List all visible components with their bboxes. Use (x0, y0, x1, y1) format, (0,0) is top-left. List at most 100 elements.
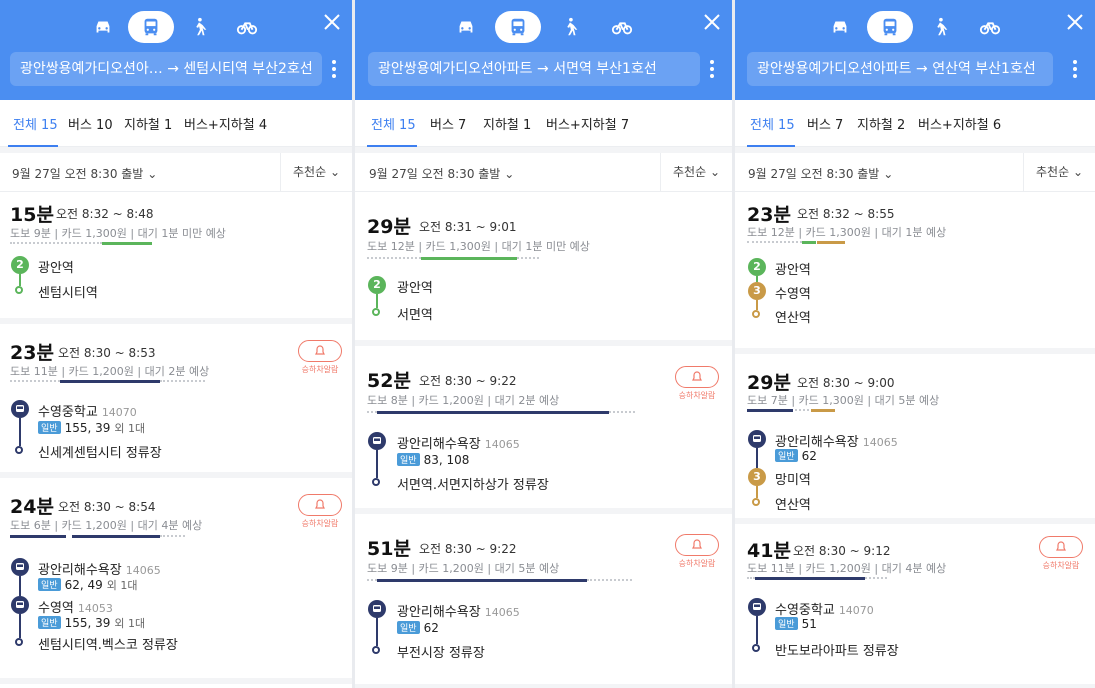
tab-bus[interactable]: 버스 7 (430, 114, 466, 133)
mode-transit[interactable] (128, 11, 174, 43)
bicycle-icon (979, 22, 1001, 35)
transport-mode-bar (355, 11, 732, 45)
alarm-button[interactable]: 승하차알람 (1039, 536, 1083, 571)
departure-time-select[interactable]: 9월 27일 오전 8:30 출발 ⌄ (12, 165, 157, 182)
bus-icon (373, 437, 381, 444)
stop-name: 연산역 (775, 311, 811, 326)
chevron-down-icon: ⌄ (709, 165, 720, 179)
result-tabs: 전체 15 버스 7 지하철 2 버스+지하철 6 (735, 100, 1095, 147)
stop-label: 수영중학교 (38, 405, 98, 420)
mode-walk[interactable] (917, 11, 963, 43)
departure-time-select[interactable]: 9월 27일 오전 8:30 출발 ⌄ (748, 165, 893, 182)
bus-type-tag: 일반 (38, 578, 61, 591)
mode-walk[interactable] (176, 11, 222, 43)
mode-transit[interactable] (495, 11, 541, 43)
tab-all[interactable]: 전체 15 (371, 114, 416, 133)
departure-bar: 9월 27일 오전 8:30 출발 ⌄ 추천순 ⌄ (0, 153, 352, 192)
alarm-label: 승하차알람 (678, 391, 716, 400)
close-button[interactable] (318, 8, 346, 36)
bus-routes: 일반 83, 108 (397, 453, 469, 467)
time-range: 오전 8:30 ~ 9:00 (797, 376, 895, 390)
mode-transit[interactable] (867, 11, 913, 43)
departure-time-select[interactable]: 9월 27일 오전 8:30 출발 ⌄ (369, 165, 514, 182)
bell-icon (692, 539, 702, 549)
duration: 52분 (367, 370, 411, 392)
duration: 51분 (367, 538, 411, 560)
walk-icon (567, 17, 578, 36)
stop-id: 14065 (125, 564, 161, 577)
route-progress-bar (747, 406, 857, 414)
close-icon (1067, 14, 1083, 30)
alarm-label: 승하차알람 (678, 559, 716, 568)
stop-id: 14065 (484, 438, 520, 451)
stop-id: 14070 (101, 406, 137, 419)
bus-stop-marker (11, 400, 29, 418)
bus-type-tag: 일반 (38, 421, 61, 434)
route-summary[interactable]: 광안쌍용예가디오션아파트 → 연산역 부산1호선 (747, 52, 1053, 86)
route-summary[interactable]: 광안쌍용예가디오션아파트 → 서면역 부산1호선 (368, 52, 700, 86)
mode-walk[interactable] (547, 11, 593, 43)
sort-select[interactable]: 추천순 ⌄ (1022, 153, 1095, 191)
route-result[interactable]: 29분 오전 8:31 ~ 9:01 도보 12분 | 카드 1,300원 | … (355, 192, 732, 346)
bus-route-numbers: 51 (801, 617, 817, 631)
duration: 41분 (747, 540, 791, 562)
bell-icon (1056, 541, 1066, 551)
sort-label: 추천순 (292, 165, 327, 179)
tab-bus-subway[interactable]: 버스+지하철 7 (546, 114, 629, 133)
tab-bus[interactable]: 버스 10 (68, 114, 113, 133)
tab-bus-subway[interactable]: 버스+지하철 4 (184, 114, 267, 133)
stop-name: 광안리해수욕장 14065 (38, 559, 161, 578)
stop-name: 서면역 (397, 308, 433, 323)
departure-bar: 9월 27일 오전 8:30 출발 ⌄ 추천순 ⌄ (355, 153, 732, 192)
bus-icon (753, 435, 761, 442)
tab-subway[interactable]: 지하철 2 (857, 114, 905, 133)
mode-car[interactable] (443, 11, 489, 43)
mode-bicycle[interactable] (599, 11, 645, 43)
alarm-button[interactable]: 승하차알람 (675, 366, 719, 401)
more-icon[interactable] (702, 56, 722, 82)
route-result[interactable]: 23분 오전 8:30 ~ 8:53 승하차알람 도보 11분 | 카드 1,2… (0, 324, 352, 478)
stop-label: 수영중학교 (775, 603, 835, 618)
bus-routes: 일반 62 (775, 449, 817, 463)
alarm-button[interactable]: 승하차알람 (298, 494, 342, 529)
close-button[interactable] (698, 8, 726, 36)
route-meta: 도보 12분 | 카드 1,300원 | 대기 1분 미만 예상 (367, 240, 590, 253)
tab-subway[interactable]: 지하철 1 (124, 114, 172, 133)
route-result[interactable]: 29분 오전 8:30 ~ 9:00 도보 7분 | 카드 1,300원 | 대… (735, 354, 1095, 524)
destination-marker (15, 286, 23, 294)
route-panel-2: 광안쌍용예가디오션아파트 → 서면역 부산1호선 전체 15 버스 7 지하철 … (355, 0, 732, 688)
tab-subway[interactable]: 지하철 1 (483, 114, 531, 133)
alarm-button[interactable]: 승하차알람 (298, 340, 342, 375)
bell-icon (315, 499, 325, 509)
sort-select[interactable]: 추천순 ⌄ (279, 153, 352, 191)
tab-bus[interactable]: 버스 7 (807, 114, 843, 133)
mode-car[interactable] (817, 11, 863, 43)
tab-all[interactable]: 전체 15 (750, 114, 795, 133)
route-progress-bar (10, 377, 205, 385)
tab-all[interactable]: 전체 15 (13, 114, 58, 133)
route-result[interactable]: 52분 오전 8:30 ~ 9:22 승하차알람 도보 8분 | 카드 1,20… (355, 346, 732, 514)
alarm-button[interactable]: 승하차알람 (675, 534, 719, 569)
route-summary[interactable]: 광안쌍용예가디오션아… → 센텀시티역 부산2호선 (10, 52, 322, 86)
route-result[interactable]: 51분 오전 8:30 ~ 9:22 승하차알람 도보 9분 | 카드 1,20… (355, 514, 732, 688)
more-icon[interactable] (324, 56, 344, 82)
route-result[interactable]: 41분 오전 8:30 ~ 9:12 승하차알람 도보 11분 | 카드 1,2… (735, 524, 1095, 688)
bus-icon (753, 603, 761, 610)
destination-marker (372, 478, 380, 486)
bus-route-numbers: 155, 39 (64, 421, 111, 435)
route-panel-1: 광안쌍용예가디오션아… → 센텀시티역 부산2호선 전체 15 버스 10 지하… (0, 0, 352, 688)
sort-select[interactable]: 추천순 ⌄ (659, 153, 732, 191)
bus-type-tag: 일반 (775, 449, 798, 462)
route-result[interactable]: 24분 오전 8:30 ~ 8:54 승하차알람 도보 6분 | 카드 1,20… (0, 478, 352, 684)
tab-bus-subway[interactable]: 버스+지하철 6 (918, 114, 1001, 133)
more-icon[interactable] (1065, 56, 1085, 82)
route-result[interactable]: 15분 오전 8:32 ~ 8:48 도보 9분 | 카드 1,300원 | 대… (0, 192, 352, 324)
mode-bicycle[interactable] (967, 11, 1013, 43)
route-meta: 도보 8분 | 카드 1,200원 | 대기 2분 예상 (367, 394, 560, 407)
close-button[interactable] (1061, 8, 1089, 36)
stop-name: 수영역 14053 (38, 597, 113, 616)
mode-car[interactable] (80, 11, 126, 43)
mode-bicycle[interactable] (224, 11, 270, 43)
duration: 29분 (367, 216, 411, 238)
route-result[interactable]: 23분 오전 8:32 ~ 8:55 도보 12분 | 카드 1,300원 | … (735, 192, 1095, 354)
